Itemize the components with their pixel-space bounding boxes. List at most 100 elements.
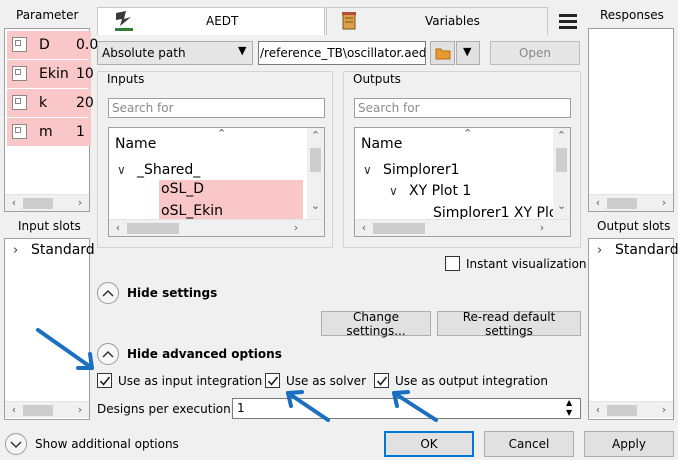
scroll-thumb[interactable]	[23, 198, 53, 209]
inputs-tree[interactable]: ⌃ Name ∨ _Shared_ oSL_D oSL_Ekin ⌃ ⌄ ‹ ›	[108, 127, 325, 237]
apply-button[interactable]: Apply	[584, 431, 674, 457]
change-settings-button[interactable]: Change settings...	[321, 310, 431, 338]
output-slot-item[interactable]: Standard	[615, 242, 678, 258]
tree-item-shared[interactable]: _Shared_	[137, 162, 200, 178]
path-input[interactable]: /reference_TB\oscillator.aedt	[258, 41, 426, 65]
parameter-name: k	[39, 95, 48, 111]
output-integration-label: Use as output integration	[395, 374, 548, 388]
output-slots-title: Output slots	[597, 219, 671, 233]
spin-down-icon[interactable]: ▼	[566, 408, 572, 417]
output-integration-checkbox[interactable]	[374, 373, 389, 388]
input-slots-list[interactable]: › Standard ‹ ›	[4, 238, 95, 420]
hide-settings-toggle[interactable]	[97, 282, 119, 304]
scroll-thumb[interactable]	[607, 198, 637, 209]
hamburger-menu-icon[interactable]	[558, 13, 578, 29]
browse-folder-button[interactable]	[430, 41, 455, 65]
scroll-left-icon[interactable]: ‹	[111, 222, 125, 234]
tab-aedt[interactable]: AEDT	[97, 7, 325, 35]
parameter-row-m[interactable]: m 1	[7, 118, 91, 146]
tree-item-simplorer1[interactable]: Simplorer1	[383, 162, 459, 178]
scroll-right-icon[interactable]: ›	[73, 197, 87, 209]
tab-label: AEDT	[206, 14, 239, 28]
open-button[interactable]: Open	[490, 41, 580, 65]
scroll-right-icon[interactable]: ›	[289, 222, 303, 234]
show-additional-options-toggle[interactable]	[5, 433, 27, 455]
variables-icon	[342, 12, 356, 30]
collapse-chevron-icon[interactable]: ∨	[117, 163, 126, 177]
parameter-value: 0.0	[76, 37, 99, 53]
responses-list[interactable]: ‹ ›	[588, 28, 674, 212]
scroll-left-icon[interactable]: ‹	[591, 197, 605, 209]
scroll-left-icon[interactable]: ‹	[591, 404, 605, 416]
expand-chevron-icon[interactable]: ›	[13, 243, 18, 258]
path-type-select[interactable]: Absolute path ▼	[97, 41, 253, 65]
parameter-row-ekin[interactable]: Ekin 10	[7, 60, 94, 88]
input-integration-checkbox[interactable]	[97, 373, 112, 388]
scroll-right-icon[interactable]: ›	[657, 197, 671, 209]
output-slots-list[interactable]: › Standard ‹ ›	[588, 238, 678, 420]
scroll-up-icon[interactable]: ⌃	[555, 130, 568, 142]
designs-per-execution-label: Designs per execution:	[97, 402, 235, 416]
collapse-chevron-icon[interactable]: ∨	[363, 163, 372, 177]
outputs-tree[interactable]: ⌃ Name ∨ Simplorer1 ∨ XY Plot 1 Simplore…	[354, 127, 571, 237]
hide-settings-label[interactable]: Hide settings	[127, 286, 217, 300]
scroll-left-icon[interactable]: ‹	[7, 197, 21, 209]
scroll-thumb[interactable]	[373, 223, 425, 234]
solver-checkbox[interactable]	[265, 373, 280, 388]
scroll-right-icon[interactable]: ›	[657, 404, 671, 416]
collapse-chevron-icon[interactable]: ∨	[389, 184, 398, 198]
path-input-value: /reference_TB\oscillator.aedt	[260, 46, 426, 60]
parameter-value: 20	[76, 95, 94, 111]
spin-up-icon[interactable]: ▲	[566, 398, 572, 407]
parameter-panel-title: Parameter	[16, 8, 79, 22]
column-header-name[interactable]: Name	[115, 136, 156, 152]
scroll-up-icon[interactable]: ⌃	[309, 130, 322, 142]
show-additional-options-label[interactable]: Show additional options	[35, 437, 179, 451]
input-slots-hscrollbar[interactable]: ‹ ›	[5, 401, 89, 418]
scroll-thumb[interactable]	[127, 223, 179, 234]
chevron-up-icon	[102, 350, 114, 358]
chevron-up-icon	[102, 289, 114, 297]
scroll-thumb[interactable]	[607, 405, 637, 416]
column-header-name[interactable]: Name	[361, 136, 402, 152]
scroll-down-icon[interactable]: ⌄	[555, 200, 568, 212]
checkmark-icon	[376, 376, 388, 386]
parameter-hscrollbar[interactable]: ‹ ›	[5, 194, 89, 211]
scroll-right-icon[interactable]: ›	[535, 222, 549, 234]
input-slot-item[interactable]: Standard	[31, 242, 95, 258]
instant-visualization-label: Instant visualization	[466, 257, 587, 271]
designs-per-execution-spinbox[interactable]: 1 ▲ ▼	[232, 398, 581, 419]
hide-advanced-toggle[interactable]	[97, 343, 119, 365]
hide-advanced-label[interactable]: Hide advanced options	[127, 347, 282, 361]
scroll-left-icon[interactable]: ‹	[357, 222, 371, 234]
parameter-row-k[interactable]: k 20	[7, 89, 94, 117]
scroll-right-icon[interactable]: ›	[73, 404, 87, 416]
tree-item-osl-d[interactable]: oSL_D	[159, 180, 303, 200]
inputs-vscrollbar[interactable]: ⌃ ⌄	[307, 128, 324, 220]
outputs-search-input[interactable]: Search for	[354, 98, 571, 118]
scroll-thumb[interactable]	[556, 148, 567, 172]
instant-visualization-checkbox[interactable]	[445, 256, 460, 271]
reread-default-settings-button[interactable]: Re-read default settings	[437, 310, 581, 338]
checkmark-icon	[267, 376, 279, 386]
tab-variables[interactable]: Variables	[326, 7, 548, 35]
scroll-thumb[interactable]	[310, 148, 321, 172]
responses-hscrollbar[interactable]: ‹ ›	[589, 194, 673, 211]
inputs-search-input[interactable]: Search for	[108, 98, 325, 118]
ok-button[interactable]: OK	[384, 431, 474, 457]
browse-dropdown-button[interactable]: ▼	[456, 41, 480, 65]
parameter-row-d[interactable]: D 0.0	[7, 31, 98, 59]
scroll-thumb[interactable]	[23, 405, 53, 416]
outputs-vscrollbar[interactable]: ⌃ ⌄	[553, 128, 570, 220]
tree-item-xy-plot-1[interactable]: XY Plot 1	[409, 183, 471, 199]
cancel-button[interactable]: Cancel	[484, 431, 574, 457]
inputs-hscrollbar[interactable]: ‹ ›	[109, 219, 324, 236]
output-slots-hscrollbar[interactable]: ‹ ›	[589, 401, 673, 418]
aedt-logo-icon	[115, 11, 133, 31]
tree-item-osl-ekin[interactable]: oSL_Ekin	[159, 200, 303, 220]
scroll-down-icon[interactable]: ⌄	[309, 200, 322, 212]
parameter-list[interactable]: D 0.0 Ekin 10 k 20 m 1 ‹ ›	[4, 28, 98, 212]
expand-chevron-icon[interactable]: ›	[597, 243, 602, 258]
outputs-hscrollbar[interactable]: ‹ ›	[355, 219, 570, 236]
scroll-left-icon[interactable]: ‹	[7, 404, 21, 416]
